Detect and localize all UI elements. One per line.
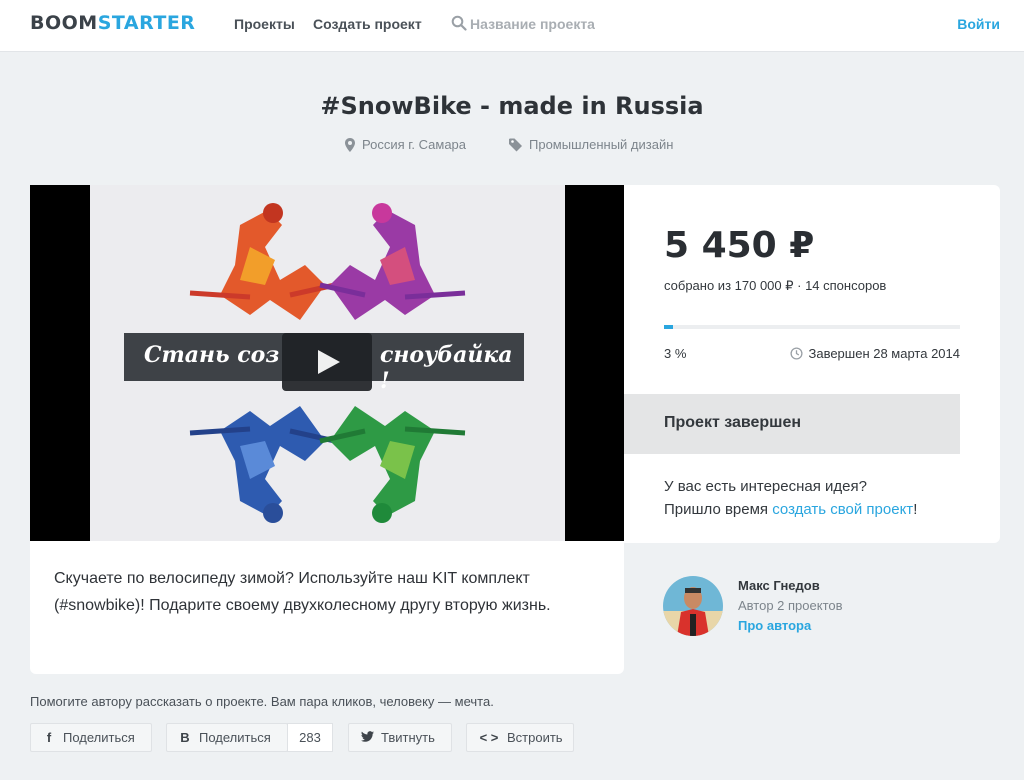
idea-cta-line: Пришло время создать свой проект!: [664, 498, 917, 521]
facebook-share-label: Поделиться: [63, 730, 135, 745]
idea-cta-suffix: !: [913, 501, 918, 518]
embed-label: Встроить: [507, 730, 563, 745]
project-category[interactable]: Промышленный дизайн: [509, 137, 673, 152]
idea-cta-prefix: Пришло время: [664, 501, 773, 518]
play-icon[interactable]: [282, 333, 372, 391]
project-location[interactable]: Россия г. Самара: [344, 137, 466, 152]
funding-percent: 3 %: [664, 346, 687, 361]
tag-icon: [509, 138, 522, 151]
vk-share-count: 283: [287, 723, 333, 752]
rider-purple-illustration: [319, 203, 466, 320]
about-author-link[interactable]: Про автора: [738, 618, 811, 633]
project-end-date-label: Завершен 28 марта 2014: [808, 346, 960, 361]
logo-part-starter: STARTER: [97, 12, 196, 34]
idea-question: У вас есть интересная идея?: [664, 478, 867, 495]
video-banner-text-end: сноубайка !: [380, 342, 513, 394]
search-icon: [451, 15, 467, 31]
embed-button[interactable]: < > Встроить: [466, 723, 574, 752]
logo-part-boom: BOOM: [30, 12, 98, 34]
video-banner-text: Стань соз: [144, 342, 280, 368]
project-search-input[interactable]: [470, 13, 670, 35]
clock-icon: [790, 347, 804, 360]
funded-amount: 5 450 ₽: [664, 225, 815, 266]
raised-summary: собрано из 170 000 ₽ · 14 спонсоров: [664, 278, 887, 293]
funding-card: 5 450 ₽ собрано из 170 000 ₽ · 14 спонсо…: [624, 185, 1000, 543]
top-navigation-bar: BOOMSTARTER Проекты Создать проект Войти: [0, 0, 1024, 52]
project-status-label: Проект завершен: [664, 414, 802, 431]
author-avatar[interactable]: [663, 576, 723, 636]
twitter-icon: [361, 730, 374, 745]
funding-progress-bar: [664, 325, 960, 329]
author-name[interactable]: Макс Гнедов: [738, 578, 820, 593]
rider-green-illustration: [319, 406, 466, 523]
project-location-label: Россия г. Самара: [362, 137, 467, 152]
rider-orange-illustration: [189, 203, 336, 320]
vk-share-button[interactable]: B Поделиться: [166, 723, 288, 752]
login-link[interactable]: Войти: [957, 16, 1000, 32]
project-end-date: Завершен 28 марта 2014: [790, 346, 960, 361]
nav-create-project-link[interactable]: Создать проект: [313, 16, 422, 32]
share-prompt: Помогите автору рассказать о проекте. Ва…: [30, 694, 494, 709]
author-photo: [663, 576, 723, 636]
vk-share-label: Поделиться: [199, 730, 271, 745]
boomstarter-logo[interactable]: BOOMSTARTER: [30, 12, 195, 34]
facebook-icon: f: [46, 730, 52, 745]
twitter-share-button[interactable]: Твитнуть: [348, 723, 452, 752]
map-pin-icon: [345, 137, 355, 152]
project-description: Скучаете по велосипеду зимой? Используйт…: [54, 570, 551, 614]
vk-icon: B: [180, 730, 190, 745]
project-description-card: Скучаете по велосипеду зимой? Используйт…: [30, 541, 624, 674]
twitter-share-label: Твитнуть: [381, 730, 435, 745]
embed-icon: < >: [479, 730, 499, 745]
rider-blue-illustration: [189, 406, 336, 523]
project-category-label: Промышленный дизайн: [529, 137, 674, 152]
facebook-share-button[interactable]: f Поделиться: [30, 723, 152, 752]
create-your-project-link[interactable]: создать свой проект: [772, 501, 913, 518]
nav-projects-link[interactable]: Проекты: [234, 16, 295, 32]
funding-progress-fill: [664, 325, 673, 329]
author-projects-count: Автор 2 проектов: [738, 598, 843, 613]
project-title: #SnowBike - made in Russia: [320, 92, 704, 120]
project-status-bar: Проект завершен: [624, 394, 960, 454]
create-project-prompt: У вас есть интересная идея? Пришло время…: [664, 475, 917, 521]
